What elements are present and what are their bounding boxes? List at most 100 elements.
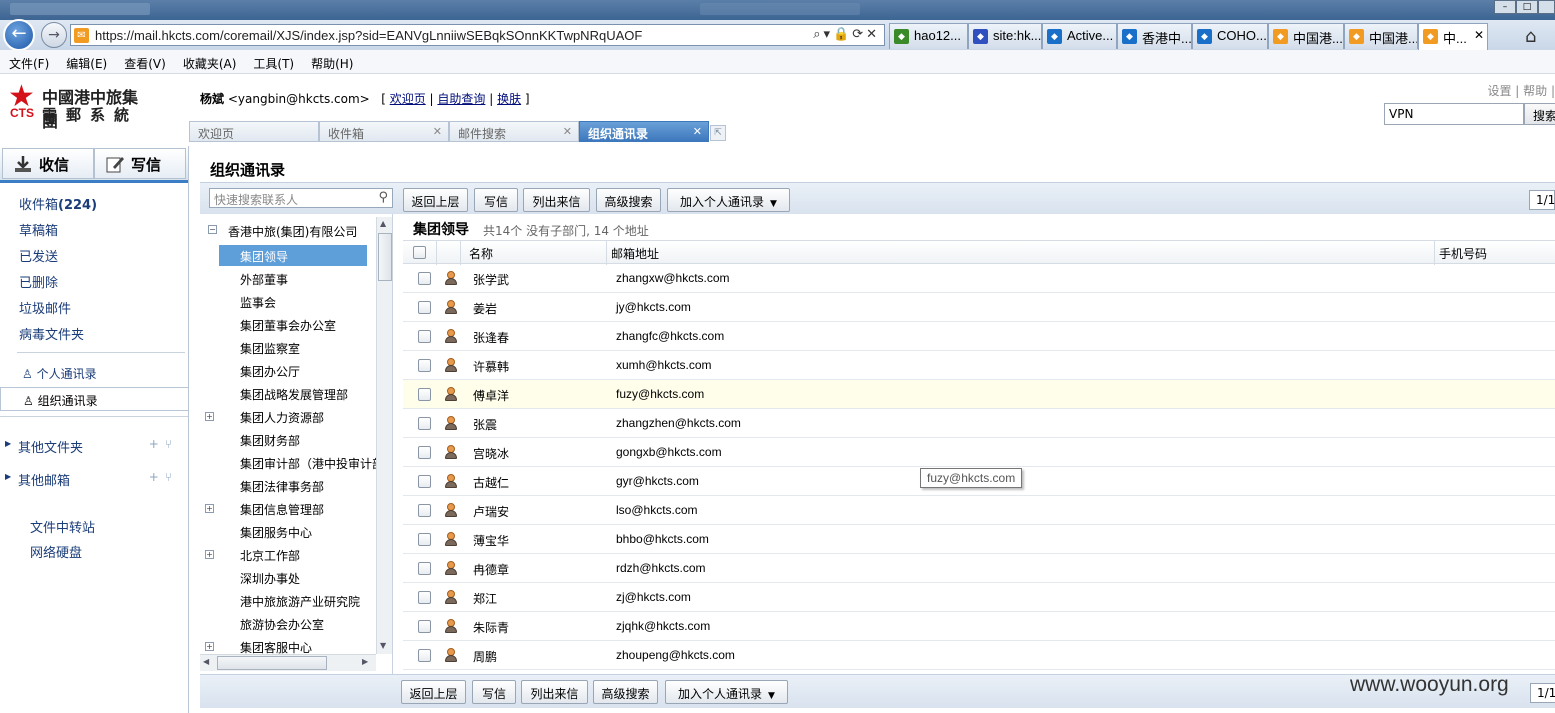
contact-email[interactable]: lso@hkcts.com	[616, 503, 698, 517]
row-checkbox[interactable]	[418, 475, 431, 488]
contact-search-input[interactable]: 快速搜索联系人 ⚲	[209, 188, 393, 208]
table-row[interactable]: 张学武 zhangxw@hkcts.com	[403, 264, 1555, 293]
address-actions-icon[interactable]: ⌕▾🔒⟳✕	[813, 27, 880, 42]
contact-name[interactable]: 古越仁	[473, 474, 509, 491]
table-row[interactable]: 姜岩 jy@hkcts.com	[403, 293, 1555, 322]
mail-search-button[interactable]: 搜索	[1524, 103, 1555, 125]
contact-name[interactable]: 姜岩	[473, 300, 497, 317]
row-checkbox[interactable]	[418, 417, 431, 430]
row-checkbox[interactable]	[418, 504, 431, 517]
sidebar-item-file-transfer[interactable]: 文件中转站	[30, 517, 95, 536]
tree-node[interactable]: 集团办公厅	[219, 360, 367, 381]
contact-name[interactable]: 卢瑞安	[473, 503, 509, 520]
advanced-search-button[interactable]: 高级搜索	[596, 188, 661, 212]
sidebar-item-folder[interactable]: 病毒文件夹	[19, 324, 84, 343]
advanced-search-button-bottom[interactable]: 高级搜索	[593, 680, 658, 704]
contact-name[interactable]: 冉德章	[473, 561, 509, 578]
collapse-icon[interactable]: −	[208, 225, 217, 234]
tree-vertical-scrollbar[interactable]: ▲ ▼	[376, 217, 392, 654]
contact-email[interactable]: zj@hkcts.com	[616, 590, 691, 604]
sidebar-item-inbox[interactable]: 收件箱(224)	[19, 194, 97, 213]
popout-icon[interactable]: ⇱	[710, 125, 726, 141]
table-row[interactable]: 周鹏 zhoupeng@hkcts.com	[403, 641, 1555, 670]
contact-email[interactable]: zhangxw@hkcts.com	[616, 271, 730, 285]
column-header-name[interactable]: 名称	[469, 245, 493, 262]
tree-node[interactable]: 集团审计部（港中投审计部）	[219, 452, 392, 473]
tree-node[interactable]: 港中旅旅游产业研究院	[219, 590, 367, 611]
sidebar-item-other-mailboxes[interactable]: ▶ 其他邮箱 +⑂	[0, 470, 188, 489]
table-row[interactable]: 张逢春 zhangfc@hkcts.com	[403, 322, 1555, 351]
welcome-link[interactable]: 欢迎页	[390, 92, 426, 106]
minimize-button[interactable]: –	[1494, 0, 1516, 14]
tree-node[interactable]: 集团监察室	[219, 337, 367, 358]
sidebar-item-folder[interactable]: 已删除	[19, 272, 58, 291]
search-icon[interactable]: ⚲	[378, 190, 388, 205]
scroll-left-icon[interactable]: ◀	[203, 657, 209, 666]
close-window-button[interactable]	[1538, 0, 1555, 14]
close-icon[interactable]: ✕	[1474, 28, 1484, 42]
browser-tab[interactable]: ◆ Active...	[1042, 23, 1117, 49]
home-icon[interactable]: ⌂	[1525, 26, 1536, 47]
scroll-up-icon[interactable]: ▲	[380, 219, 386, 228]
compose-button[interactable]: 写信	[94, 148, 186, 179]
tree-node[interactable]: 深圳办事处	[219, 567, 367, 588]
expand-icon[interactable]: +	[205, 504, 214, 513]
tree-root[interactable]: − 香港中旅(集团)有限公司	[208, 220, 357, 241]
go-up-button-bottom[interactable]: 返回上层	[401, 680, 466, 704]
browser-tab[interactable]: ◆ 中国港...	[1268, 23, 1344, 49]
scroll-thumb[interactable]	[378, 233, 392, 281]
menu-item[interactable]: 查看(V)	[115, 50, 174, 72]
tab-org-contacts[interactable]: 组织通讯录 ✕	[579, 121, 709, 142]
row-checkbox[interactable]	[418, 388, 431, 401]
tree-node[interactable]: 旅游协会办公室	[219, 613, 367, 634]
sidebar-item-folder[interactable]: 草稿箱	[19, 220, 58, 239]
sidebar-item-org-contacts[interactable]: ♙ 组织通讯录	[0, 387, 188, 411]
table-row[interactable]: 卢瑞安 lso@hkcts.com	[403, 496, 1555, 525]
scroll-right-icon[interactable]: ▶	[362, 657, 368, 666]
contact-email[interactable]: bhbo@hkcts.com	[616, 532, 709, 546]
back-button[interactable]: ←	[3, 19, 35, 51]
contact-name[interactable]: 许慕韩	[473, 358, 509, 375]
column-header-mobile[interactable]: 手机号码	[1439, 245, 1487, 262]
table-row[interactable]: 许慕韩 xumh@hkcts.com	[403, 351, 1555, 380]
address-bar[interactable]: ✉ https://mail.hkcts.com/coremail/XJS/in…	[70, 24, 885, 46]
close-icon[interactable]: ✕	[563, 125, 572, 138]
list-mails-button[interactable]: 列出来信	[523, 188, 590, 212]
tree-node[interactable]: 集团领导	[219, 245, 367, 266]
sidebar-item-other-folders[interactable]: ▶ 其他文件夹 +⑂	[0, 437, 188, 456]
browser-tab[interactable]: ◆ 中国港...	[1344, 23, 1418, 49]
table-row[interactable]: 郑江 zj@hkcts.com	[403, 583, 1555, 612]
column-header-email[interactable]: 邮箱地址	[611, 245, 659, 262]
tab-inbox[interactable]: 收件箱 ✕	[319, 121, 449, 142]
add-mailbox-icon[interactable]: +⑂	[149, 470, 178, 484]
contact-email[interactable]: rdzh@hkcts.com	[616, 561, 706, 575]
row-checkbox[interactable]	[418, 359, 431, 372]
receive-button[interactable]: 收信	[2, 148, 94, 179]
row-checkbox[interactable]	[418, 620, 431, 633]
row-checkbox[interactable]	[418, 446, 431, 459]
add-folder-icon[interactable]: +⑂	[149, 437, 178, 451]
tree-node[interactable]: 监事会	[219, 291, 367, 312]
menu-item[interactable]: 帮助(H)	[302, 50, 361, 72]
contact-email[interactable]: gyr@hkcts.com	[616, 474, 699, 488]
contact-name[interactable]: 周鹏	[473, 648, 497, 665]
table-row[interactable]: 宫晓冰 gongxb@hkcts.com	[403, 438, 1555, 467]
contact-email[interactable]: zhoupeng@hkcts.com	[616, 648, 735, 662]
row-checkbox[interactable]	[418, 330, 431, 343]
sidebar-item-network-disk[interactable]: 网络硬盘	[30, 542, 82, 561]
browser-tab[interactable]: ◆ hao12...	[889, 23, 968, 49]
tree-node[interactable]: + 集团信息管理部	[205, 498, 367, 519]
self-service-link[interactable]: 自助查询	[437, 92, 485, 106]
table-row[interactable]: 薄宝华 bhbo@hkcts.com	[403, 525, 1555, 554]
browser-tab[interactable]: ◆ COHO...	[1192, 23, 1268, 49]
menu-item[interactable]: 工具(T)	[244, 50, 302, 72]
compose-button-bottom[interactable]: 写信	[472, 680, 516, 704]
contact-email[interactable]: zhangzhen@hkcts.com	[616, 416, 741, 430]
contact-email[interactable]: fuzy@hkcts.com	[616, 387, 704, 401]
expand-arrow-icon[interactable]: ▶	[5, 472, 11, 481]
contact-email[interactable]: xumh@hkcts.com	[616, 358, 712, 372]
select-all-checkbox[interactable]	[413, 246, 426, 259]
row-checkbox[interactable]	[418, 591, 431, 604]
expand-icon[interactable]: +	[205, 550, 214, 559]
contact-name[interactable]: 郑江	[473, 590, 497, 607]
